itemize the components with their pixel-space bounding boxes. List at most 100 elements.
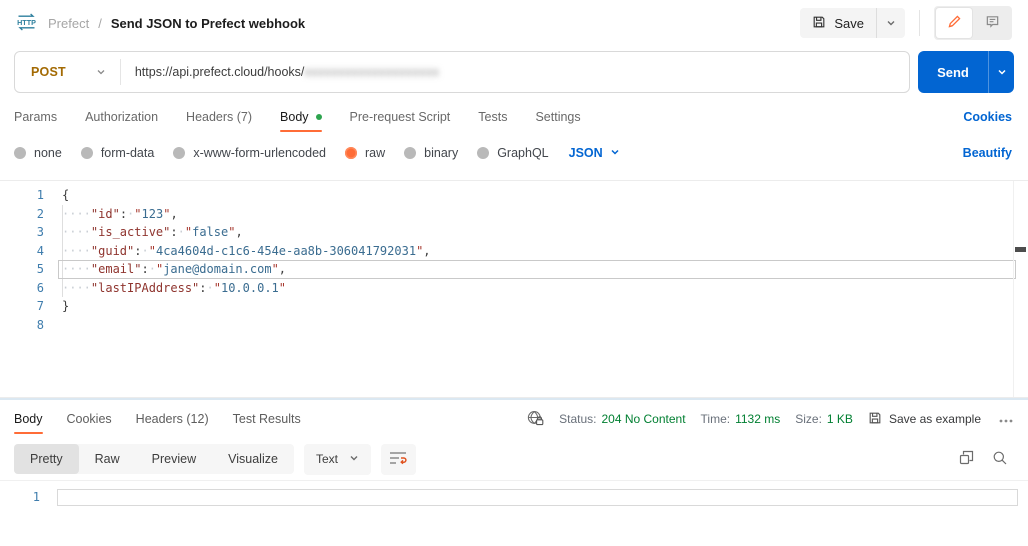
- response-format-selector[interactable]: Text: [304, 444, 371, 475]
- code-line-content: ····"is_active":·"false",: [62, 223, 1028, 242]
- response-format-label: Text: [316, 452, 338, 466]
- code-token: ·: [207, 281, 214, 295]
- view-mode-preview[interactable]: Preview: [136, 444, 212, 474]
- request-tab-pre-request-script[interactable]: Pre-request Script: [350, 98, 451, 136]
- response-body-editor[interactable]: 1: [0, 480, 1028, 546]
- line-number: 2: [0, 205, 44, 224]
- save-dropdown-button[interactable]: [877, 8, 905, 38]
- response-line-number: 1: [0, 490, 40, 504]
- code-token: ": [149, 244, 156, 258]
- network-secure-icon[interactable]: [526, 409, 544, 430]
- beautify-link[interactable]: Beautify: [963, 146, 1012, 160]
- radio-label: binary: [424, 146, 458, 160]
- response-tab-cookies[interactable]: Cookies: [67, 400, 112, 438]
- save-as-example-button[interactable]: Save as example: [868, 411, 981, 428]
- api-client-window: HTTP Prefect / Send JSON to Prefect webh…: [0, 0, 1028, 546]
- method-selector[interactable]: POST: [15, 52, 120, 92]
- http-request-icon: HTTP: [14, 13, 39, 34]
- response-meta: Status:204 No Content Time:1132 ms Size:1 …: [526, 409, 1016, 430]
- send-dropdown-button[interactable]: [988, 51, 1014, 93]
- code-line[interactable]: 1{: [0, 186, 1028, 205]
- body-mode-form-data[interactable]: form-data: [81, 146, 155, 160]
- edit-documentation-button[interactable]: [936, 8, 972, 38]
- ellipsis-icon: [998, 412, 1014, 427]
- language-selector[interactable]: JSON: [569, 146, 620, 160]
- code-line[interactable]: 5····"email":·"jane@domain.com",: [0, 260, 1028, 279]
- request-body-editor[interactable]: 1{2····"id":·"123",3····"is_active":·"fa…: [0, 180, 1028, 398]
- request-tab-settings[interactable]: Settings: [535, 98, 580, 136]
- body-mode-graphql[interactable]: GraphQL: [477, 146, 548, 160]
- request-tab-headers-7[interactable]: Headers (7): [186, 98, 252, 136]
- line-number: 3: [0, 223, 44, 242]
- code-line[interactable]: 2····"id":·"123",: [0, 205, 1028, 224]
- radio-label: GraphQL: [497, 146, 548, 160]
- response-tab-body[interactable]: Body: [14, 400, 43, 438]
- code-line[interactable]: 3····"is_active":·"false",: [0, 223, 1028, 242]
- chevron-down-icon: [349, 452, 359, 466]
- radio-icon: [404, 147, 416, 159]
- body-mode-x-www-form-urlencoded[interactable]: x-www-form-urlencoded: [173, 146, 326, 160]
- code-token: ····: [62, 225, 91, 239]
- response-tab-headers-12[interactable]: Headers (12): [136, 400, 209, 438]
- radio-label: raw: [365, 146, 385, 160]
- code-line[interactable]: 7}: [0, 297, 1028, 316]
- body-mode-none[interactable]: none: [14, 146, 62, 160]
- url-prefix: https://api.prefect.cloud/hooks/: [135, 65, 305, 79]
- code-token: "is_active": [91, 225, 170, 239]
- request-title[interactable]: Send JSON to Prefect webhook: [111, 16, 305, 31]
- tab-label: Body: [280, 110, 309, 124]
- line-number: 7: [0, 297, 44, 316]
- code-token: ·: [178, 225, 185, 239]
- meta-value: 1132 ms: [735, 412, 780, 426]
- more-options-button[interactable]: [996, 412, 1016, 427]
- comments-button[interactable]: [974, 8, 1010, 38]
- tab-label: Body: [14, 412, 43, 426]
- body-mode-binary[interactable]: binary: [404, 146, 458, 160]
- request-tab-tests[interactable]: Tests: [478, 98, 507, 136]
- code-token: ,: [279, 262, 286, 276]
- code-line[interactable]: 4····"guid":·"4ca4604d-c1c6-454e-aa8b-30…: [0, 242, 1028, 261]
- code-token: 10.0.0.1: [221, 281, 279, 295]
- view-mode-pretty[interactable]: Pretty: [14, 444, 79, 474]
- response-active-line[interactable]: [57, 489, 1018, 506]
- body-mode-raw[interactable]: raw: [345, 146, 385, 160]
- response-status[interactable]: Status:204 No Content: [559, 412, 685, 426]
- request-tab-params[interactable]: Params: [14, 98, 57, 136]
- view-mode-raw[interactable]: Raw: [79, 444, 136, 474]
- response-time[interactable]: Time:1132 ms: [701, 412, 781, 426]
- request-tab-authorization[interactable]: Authorization: [85, 98, 158, 136]
- code-token: ····: [62, 281, 91, 295]
- code-line-content: [62, 316, 1028, 335]
- code-line[interactable]: 8: [0, 316, 1028, 335]
- wrap-lines-button[interactable]: [381, 444, 416, 475]
- copy-icon: [958, 450, 974, 469]
- breadcrumb-collection[interactable]: Prefect: [48, 16, 89, 31]
- line-number: 4: [0, 242, 44, 261]
- code-line[interactable]: 6····"lastIPAddress":·"10.0.0.1": [0, 279, 1028, 298]
- url-input[interactable]: https://api.prefect.cloud/hooks/xxxxxxxx…: [121, 65, 909, 79]
- code-token: 123: [142, 207, 164, 221]
- save-as-example-label: Save as example: [889, 412, 981, 426]
- request-tab-bar: Params Authorization Headers (7) Body Pre-re…: [0, 98, 1028, 136]
- search-response-button[interactable]: [988, 446, 1012, 473]
- code-token: ····: [62, 244, 91, 258]
- response-tab-test-results[interactable]: Test Results: [233, 400, 301, 438]
- breadcrumb: HTTP Prefect / Send JSON to Prefect webh…: [14, 13, 305, 34]
- save-button[interactable]: Save: [800, 8, 876, 38]
- cookies-link[interactable]: Cookies: [963, 110, 1012, 124]
- send-button[interactable]: Send: [918, 51, 988, 93]
- chevron-down-icon: [997, 65, 1007, 80]
- code-token: ": [214, 281, 221, 295]
- view-mode-visualize[interactable]: Visualize: [212, 444, 294, 474]
- comment-icon: [985, 14, 1000, 32]
- line-number: 6: [0, 279, 44, 298]
- chevron-down-icon: [610, 146, 620, 160]
- response-size[interactable]: Size:1 KB: [795, 412, 853, 426]
- code-token: :: [120, 207, 127, 221]
- request-tab-body[interactable]: Body: [280, 98, 322, 136]
- copy-response-button[interactable]: [954, 446, 978, 473]
- meta-label: Status:: [559, 412, 596, 426]
- unsaved-changes-dot: [316, 114, 322, 120]
- tab-label: Tests: [478, 110, 507, 124]
- editor-scrollbar-thumb[interactable]: [1015, 247, 1026, 252]
